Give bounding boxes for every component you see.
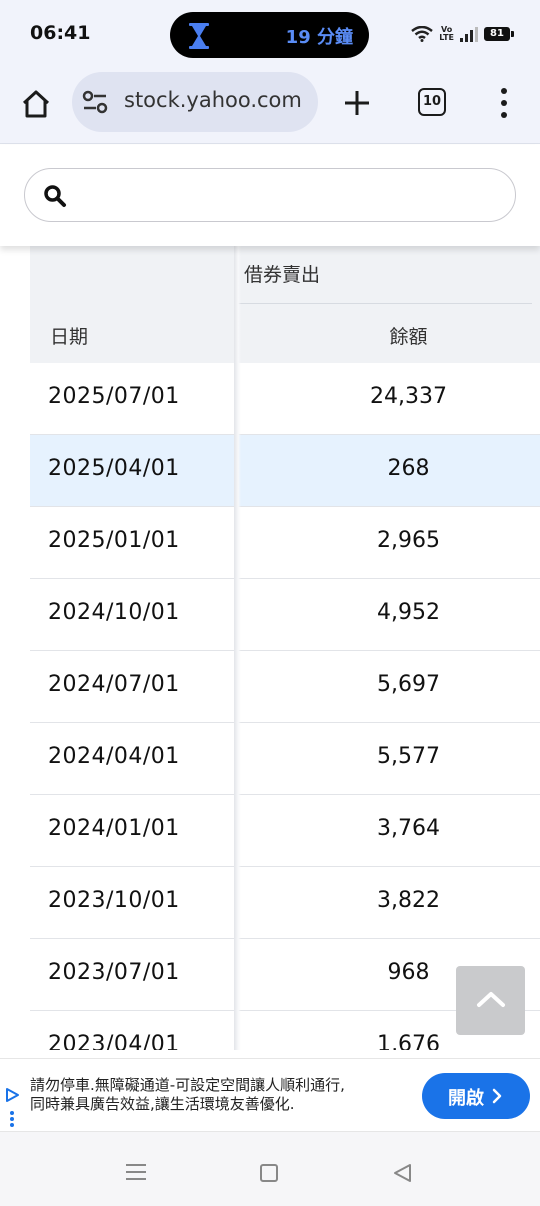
sticky-column-shadow: [234, 246, 241, 1050]
ad-line-1: 請勿停車.無障礙通道-可設定空間讓人順利通行,: [30, 1076, 345, 1094]
recent-apps-icon[interactable]: [126, 1164, 146, 1180]
ad-line-2: 同時兼具廣告效益,讓生活環境友善優化.: [30, 1095, 295, 1113]
status-bar: 06:41 19 分鐘 Vo LTE 81: [0, 0, 540, 64]
date-cell: 2024/04/01: [48, 744, 180, 769]
volte-bottom: LTE: [439, 33, 454, 42]
table-header: 借券賣出 日期 餘額: [30, 246, 540, 363]
more-menu-icon[interactable]: [494, 86, 514, 120]
chevron-right-icon: [492, 1088, 502, 1104]
search-section: [0, 145, 540, 246]
table-row[interactable]: 2024/01/01 3,764: [30, 795, 540, 867]
table-row[interactable]: 2025/04/01 268: [30, 435, 540, 507]
balance-cell: 5,577: [377, 744, 440, 769]
balance-cell: 4,952: [377, 600, 440, 625]
group-header: 借券賣出: [244, 264, 321, 286]
address-bar[interactable]: stock.yahoo.com: [72, 72, 318, 132]
table-row[interactable]: 2025/01/01 2,965: [30, 507, 540, 579]
status-time: 06:41: [30, 22, 91, 44]
table-row[interactable]: 2024/07/01 5,697: [30, 651, 540, 723]
table-row[interactable]: 2025/07/01 24,337: [30, 363, 540, 435]
timer-text: 19 分鐘: [285, 27, 353, 48]
date-cell: 2025/01/01: [48, 528, 180, 553]
search-box[interactable]: [24, 168, 516, 222]
search-input[interactable]: [79, 179, 499, 211]
balance-cell: 268: [387, 456, 430, 481]
date-cell: 2023/07/01: [48, 960, 180, 985]
date-cell: 2024/01/01: [48, 816, 180, 841]
site-settings-icon[interactable]: [82, 90, 108, 114]
back-icon[interactable]: [392, 1163, 412, 1183]
url-text[interactable]: stock.yahoo.com: [124, 88, 302, 112]
hourglass-icon: [189, 23, 209, 49]
timer-pill[interactable]: 19 分鐘: [170, 12, 369, 58]
ad-open-label: 開啟: [448, 1088, 484, 1109]
home-icon[interactable]: [16, 84, 56, 124]
balance-cell: 5,697: [377, 672, 440, 697]
table-row[interactable]: 2024/04/01 5,577: [30, 723, 540, 795]
table-body: 2025/07/01 24,337 2025/04/01 268 2025/01/01 2…: [30, 363, 540, 1050]
date-cell: 2023/04/01: [48, 1032, 180, 1050]
date-cell: 2023/10/01: [48, 888, 180, 913]
search-icon: [44, 185, 66, 207]
new-tab-icon[interactable]: [340, 86, 374, 120]
date-header: 日期: [50, 326, 89, 348]
scroll-to-top-button[interactable]: [456, 966, 525, 1035]
ad-open-button[interactable]: 開啟: [422, 1073, 530, 1119]
ad-choices-icon[interactable]: [4, 1087, 20, 1103]
wifi-icon: [411, 26, 434, 42]
status-icons: Vo LTE 81: [411, 24, 514, 44]
system-nav-bar: [0, 1132, 540, 1206]
balance-header: 餘額: [389, 326, 428, 348]
header-divider: [235, 303, 532, 304]
ad-text: 請勿停車.無障礙通道-可設定空間讓人順利通行, 同時兼具廣告效益,讓生活環境友善…: [30, 1076, 410, 1114]
tab-switcher-button[interactable]: 10: [418, 88, 446, 116]
balance-cell: 3,764: [377, 816, 440, 841]
balance-cell: 24,337: [370, 384, 447, 409]
date-cell: 2025/04/01: [48, 456, 180, 481]
date-cell: 2025/07/01: [48, 384, 180, 409]
ad-banner[interactable]: 請勿停車.無障礙通道-可設定空間讓人順利通行, 同時兼具廣告效益,讓生活環境友善…: [0, 1058, 540, 1132]
battery-icon: 81: [484, 27, 514, 41]
volte-icon: Vo LTE: [439, 26, 454, 42]
short-sale-table: 借券賣出 日期 餘額 2025/07/01 24,337 2025/04/01 268…: [30, 246, 540, 1050]
balance-cell: 2,965: [377, 528, 440, 553]
table-row[interactable]: 2023/10/01 3,822: [30, 867, 540, 939]
balance-cell: 3,822: [377, 888, 440, 913]
table-row[interactable]: 2024/10/01 4,952: [30, 579, 540, 651]
browser-toolbar: stock.yahoo.com 10: [0, 64, 540, 144]
date-cell: 2024/10/01: [48, 600, 180, 625]
date-cell: 2024/07/01: [48, 672, 180, 697]
signal-icon: [460, 26, 478, 42]
chevron-up-icon: [477, 992, 505, 1007]
home-nav-icon[interactable]: [260, 1164, 278, 1182]
ad-options-icon[interactable]: [10, 1111, 16, 1129]
